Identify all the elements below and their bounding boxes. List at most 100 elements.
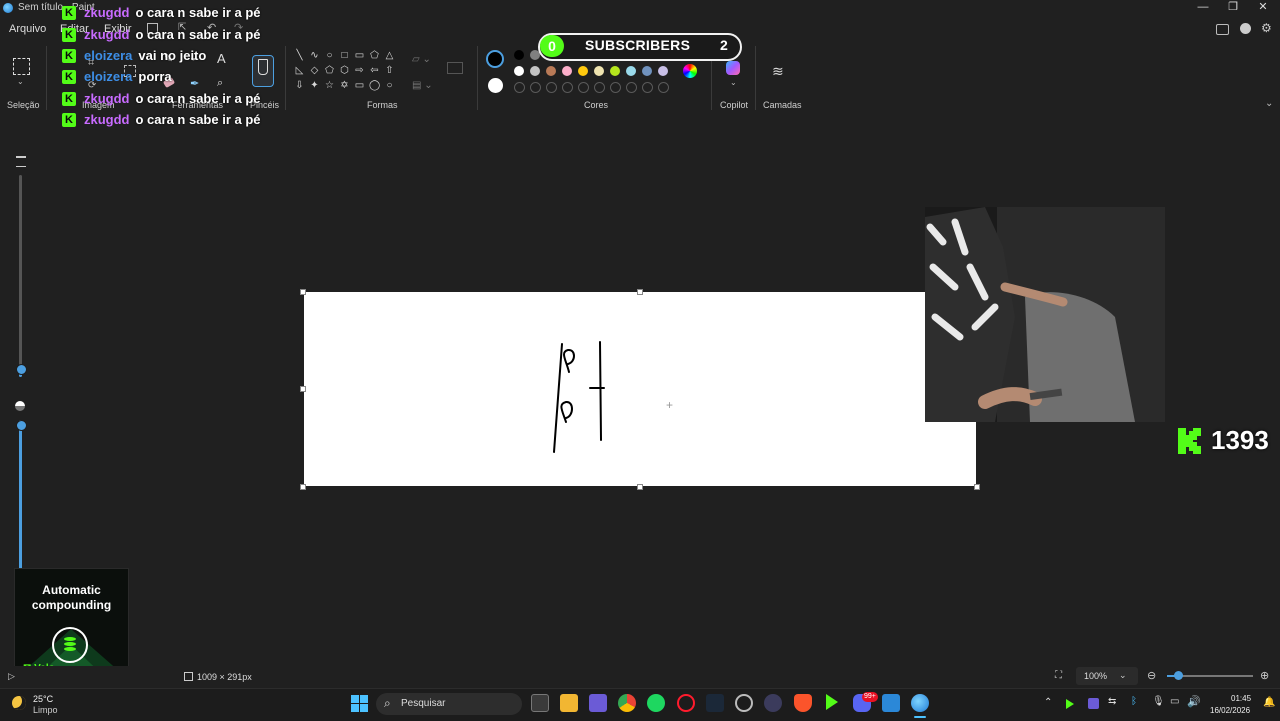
menu-file[interactable]: Arquivo [9, 23, 46, 35]
opacity-slider-thumb[interactable] [16, 420, 27, 431]
custom-color-slot[interactable] [610, 82, 621, 93]
palette-swatch[interactable] [658, 66, 668, 76]
clock-time[interactable]: 01:45 [1231, 694, 1251, 703]
custom-color-slot[interactable] [658, 82, 669, 93]
copilot-icon[interactable] [726, 61, 740, 75]
selection-tool-icon[interactable] [13, 58, 30, 75]
size-slider-thumb[interactable] [16, 364, 27, 375]
palette-swatch[interactable] [610, 66, 620, 76]
resize-handle[interactable] [974, 484, 980, 490]
outline-icon[interactable]: ▱ ⌄ [412, 54, 431, 65]
callout-oval-shape-icon[interactable]: ◯ [369, 80, 380, 91]
magnifier-icon[interactable]: ⌕ [217, 77, 223, 90]
resize-handle[interactable] [637, 484, 643, 490]
microphone-icon[interactable]: 🎙 [1152, 696, 1165, 707]
drawing-canvas[interactable]: + [304, 292, 976, 486]
star6-shape-icon[interactable]: ✡ [339, 80, 350, 91]
account-icon[interactable] [1240, 23, 1251, 34]
chat-username[interactable]: zkugdd [84, 112, 130, 127]
custom-color-slot[interactable] [642, 82, 653, 93]
resize-handle[interactable] [300, 484, 306, 490]
weather-description[interactable]: Limpo [33, 705, 58, 715]
arrow-down-shape-icon[interactable]: ⇩ [294, 80, 305, 91]
chat-username[interactable]: zkugdd [84, 5, 130, 20]
chat-username[interactable]: zkugdd [84, 91, 130, 106]
volume-icon[interactable]: 🔊 [1187, 695, 1201, 708]
arrow-right-shape-icon[interactable]: ⇨ [354, 65, 365, 76]
callout-cloud-shape-icon[interactable]: ○ [384, 80, 395, 91]
zoom-in-icon[interactable]: ⊕ [1260, 669, 1269, 682]
kick-app-icon[interactable] [823, 694, 841, 712]
obs-icon[interactable] [735, 694, 753, 712]
zoom-out-icon[interactable]: ⊖ [1147, 669, 1156, 682]
spotify-icon[interactable] [647, 694, 665, 712]
hexagon-shape-icon[interactable]: ⬡ [339, 65, 350, 76]
settings-icon[interactable]: ⚙ [1261, 21, 1272, 35]
task-view-icon[interactable] [531, 694, 549, 712]
steam-icon[interactable] [706, 694, 724, 712]
diamond-shape-icon[interactable]: ◇ [309, 65, 320, 76]
clock-date[interactable]: 16/02/2026 [1210, 706, 1250, 715]
palette-swatch[interactable] [626, 66, 636, 76]
arrow-left-shape-icon[interactable]: ⇦ [369, 65, 380, 76]
chrome-icon[interactable] [618, 694, 636, 712]
paint-taskbar-icon[interactable] [911, 694, 929, 712]
start-windows-icon[interactable] [351, 695, 368, 712]
color-picker-icon[interactable]: ✒ [190, 77, 199, 90]
ad-widget[interactable]: Automatic compounding ⊠ Valo [14, 568, 129, 680]
palette-swatch[interactable] [530, 66, 540, 76]
tray-app-icon[interactable] [1088, 698, 1099, 709]
chevron-down-icon[interactable]: ⌄ [17, 77, 24, 86]
custom-color-slot[interactable] [546, 82, 557, 93]
taskbar-search[interactable] [376, 693, 522, 715]
size-slider-track[interactable] [19, 175, 22, 370]
arrow-up-shape-icon[interactable]: ⇧ [384, 65, 395, 76]
star4-shape-icon[interactable]: ✦ [309, 80, 320, 91]
chevron-up-icon[interactable]: ⌃ [1044, 697, 1052, 708]
apps-grid-icon[interactable] [589, 694, 607, 712]
curve-shape-icon[interactable]: ∿ [309, 50, 320, 61]
custom-color-slot[interactable] [514, 82, 525, 93]
resize-handle[interactable] [300, 386, 306, 392]
line-shape-icon[interactable]: ╲ [294, 50, 305, 61]
custom-color-slot[interactable] [530, 82, 541, 93]
palette-swatch[interactable] [546, 66, 556, 76]
triangle-shape-icon[interactable]: △ [384, 50, 395, 61]
palette-swatch[interactable] [578, 66, 588, 76]
palette-swatch[interactable] [514, 50, 524, 60]
right-triangle-shape-icon[interactable]: ◺ [294, 65, 305, 76]
oval-shape-icon[interactable]: ○ [324, 50, 335, 61]
chevron-down-icon[interactable]: ⌄ [730, 78, 737, 87]
notification-bell-icon[interactable]: 🔔 [1263, 697, 1275, 708]
text-tool-icon[interactable]: A [217, 51, 226, 66]
star5-shape-icon[interactable]: ☆ [324, 80, 335, 91]
close-button[interactable]: ✕ [1248, 0, 1278, 14]
zoom-slider-thumb[interactable] [1174, 671, 1183, 680]
network-icon[interactable]: ▭ [1170, 696, 1179, 707]
bluetooth-icon[interactable]: ᛒ [1131, 696, 1137, 707]
brave-icon[interactable] [794, 694, 812, 712]
tray-kick-icon[interactable] [1066, 699, 1074, 709]
feedback-icon[interactable] [1216, 24, 1229, 35]
tray-arrows-icon[interactable]: ⇆ [1108, 696, 1116, 707]
opacity-slider-track[interactable] [19, 420, 22, 570]
custom-color-slot[interactable] [578, 82, 589, 93]
notepad-icon[interactable] [882, 694, 900, 712]
file-explorer-icon[interactable] [560, 694, 578, 712]
maximize-button[interactable]: ❐ [1218, 0, 1248, 14]
rectangle-shape-icon[interactable]: □ [339, 50, 350, 61]
secondary-color-swatch[interactable] [488, 78, 503, 93]
collapse-ribbon-icon[interactable]: ⌄ [1265, 98, 1273, 109]
chat-username[interactable]: eloizera [84, 48, 132, 63]
weather-temperature[interactable]: 25°C [33, 694, 53, 704]
custom-color-slot[interactable] [626, 82, 637, 93]
custom-color-slot[interactable] [562, 82, 573, 93]
chat-username[interactable]: eloizera [84, 69, 132, 84]
polygon-shape-icon[interactable]: ⬠ [369, 50, 380, 61]
fit-to-window-icon[interactable]: ⛶ [1055, 670, 1062, 681]
edit-colors-icon[interactable] [683, 64, 697, 78]
callout-rect-shape-icon[interactable]: ▭ [354, 80, 365, 91]
palette-swatch[interactable] [562, 66, 572, 76]
app-icon[interactable] [764, 694, 782, 712]
resize-handle[interactable] [637, 289, 643, 295]
